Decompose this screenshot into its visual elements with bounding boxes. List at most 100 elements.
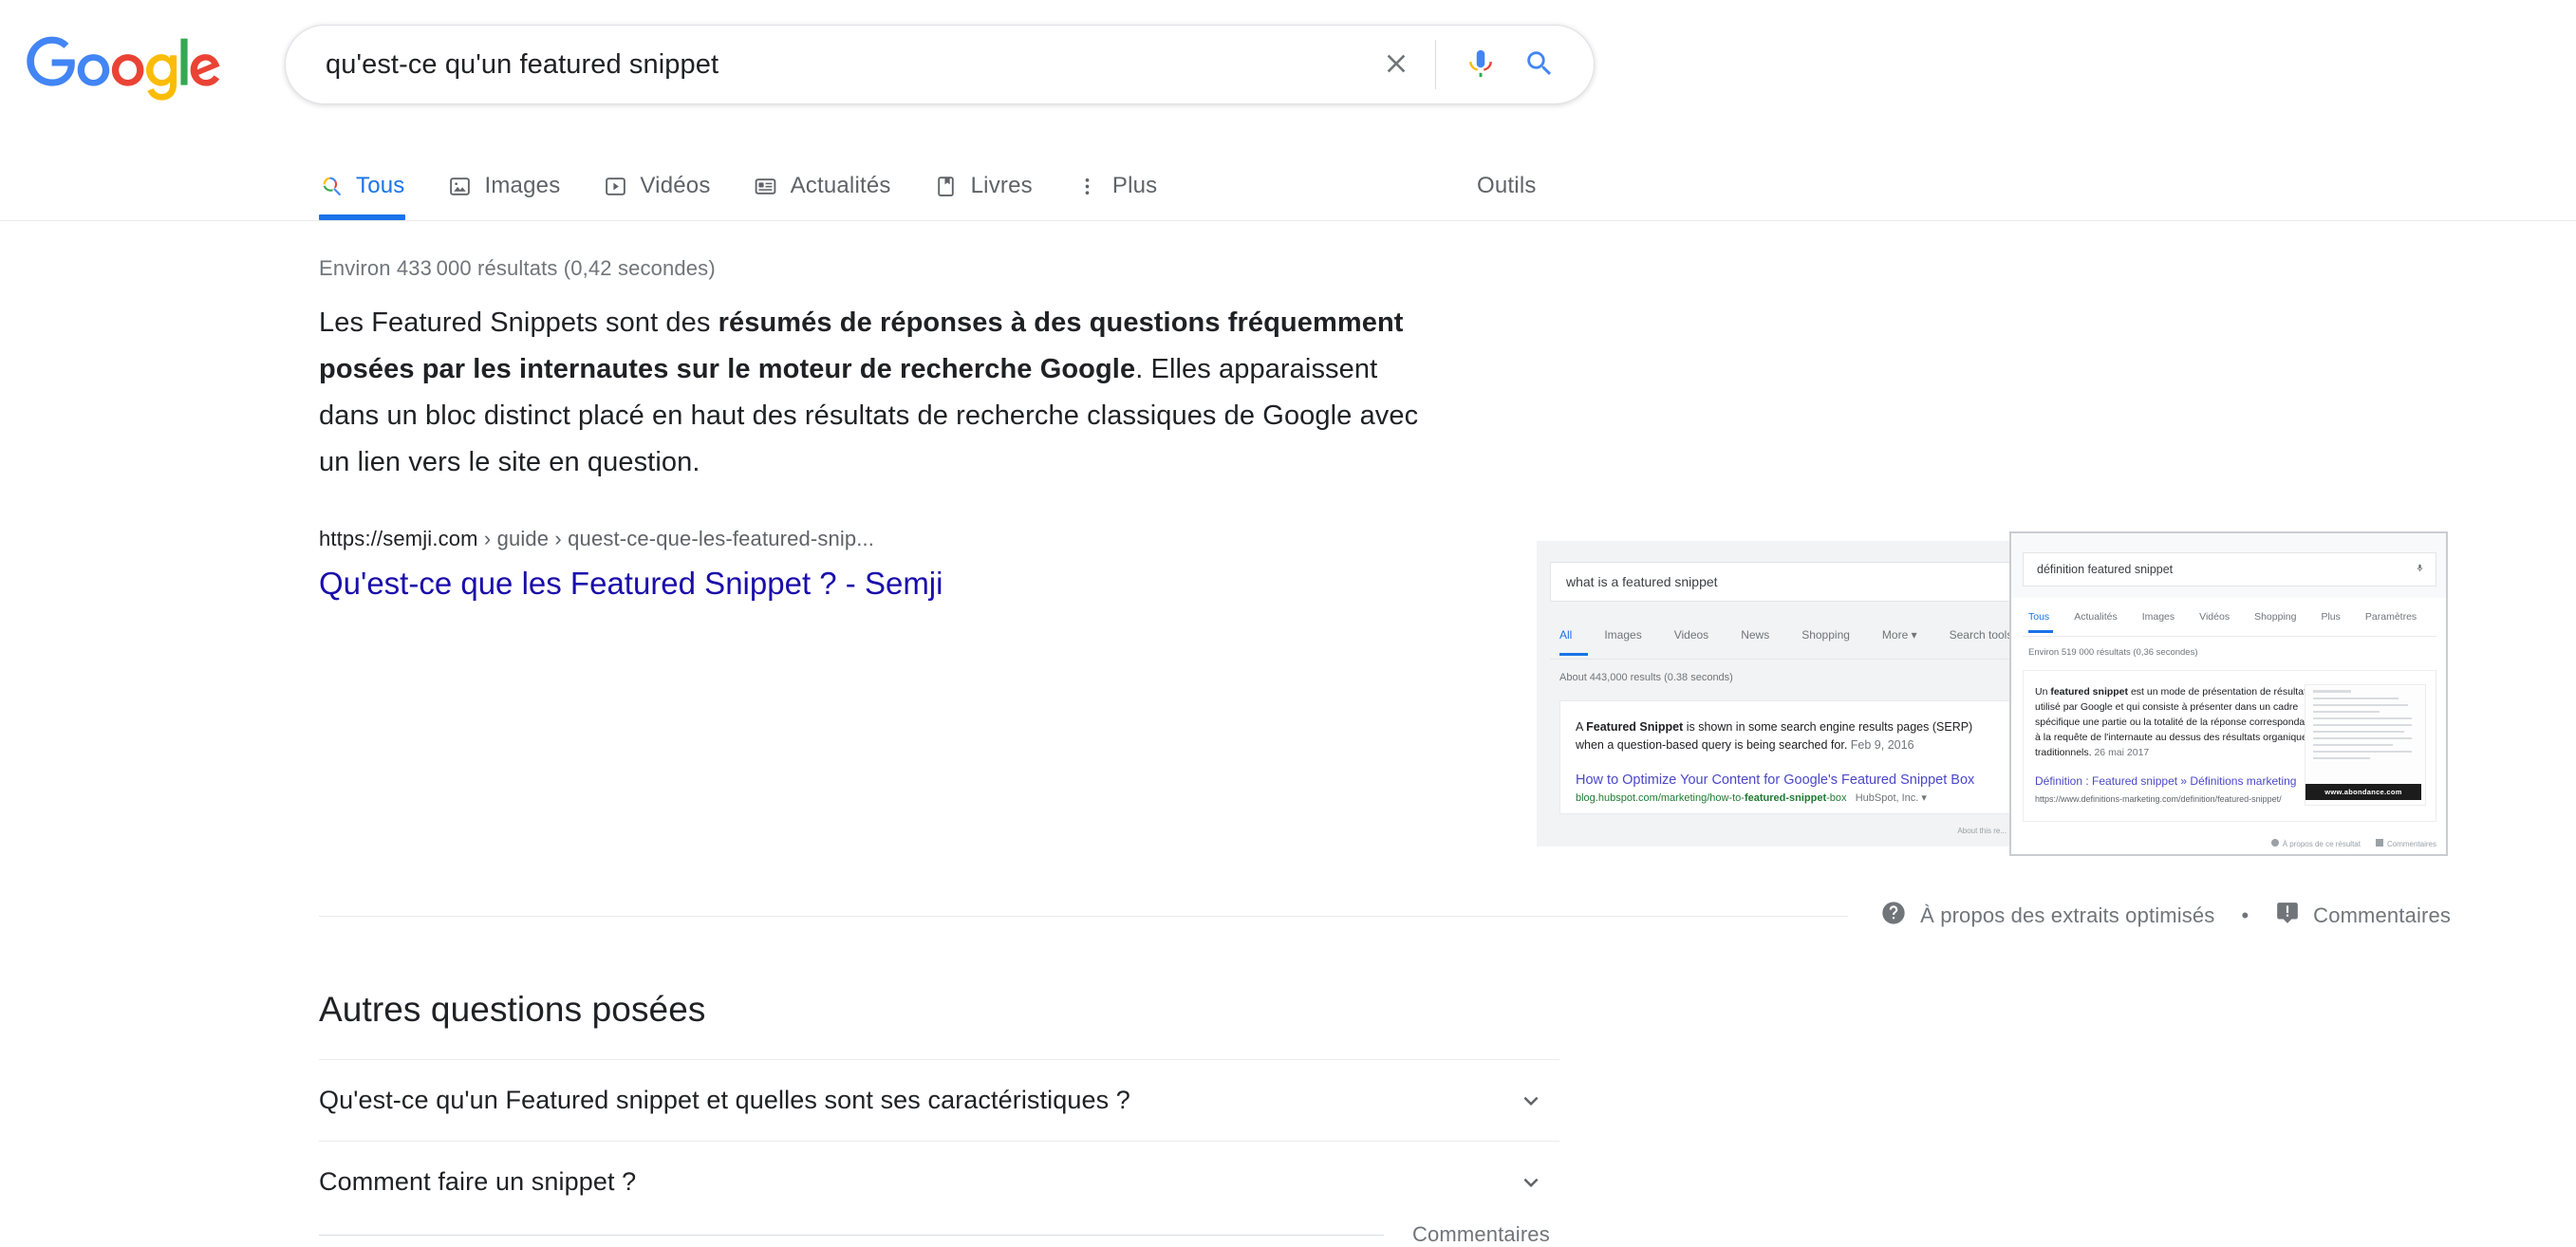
feedback-link[interactable]: Commentaires xyxy=(2275,901,2451,931)
tools-button[interactable]: Outils xyxy=(1477,152,1537,220)
search-divider xyxy=(1435,40,1436,89)
miniB-snippet-card: Un featured snippet est un mode de prése… xyxy=(2023,670,2436,822)
people-also-ask-heading: Autres questions posées xyxy=(319,990,706,1030)
miniB-tab-videos: Vidéos xyxy=(2199,611,2230,623)
mini-tab-indicator xyxy=(1559,653,1588,656)
miniB-snippet-lead: Un xyxy=(2035,686,2050,698)
about-featured-snippets-link[interactable]: À propos des extraits optimisés xyxy=(1880,900,2214,932)
miniB-feedback: Commentaires xyxy=(2376,839,2436,848)
search-icon xyxy=(1523,47,1556,83)
mini-tab-videos: Videos xyxy=(1674,628,1708,642)
featured-snippet-url[interactable]: https://semji.com › guide › quest-ce-que… xyxy=(319,527,874,551)
tab-videos[interactable]: Vidéos xyxy=(603,152,710,220)
mini-query-text: what is a featured snippet xyxy=(1566,574,1718,589)
tools-label: Outils xyxy=(1477,173,1537,199)
mini-url-a: blog.hubspot.com/marketing/how-to- xyxy=(1576,792,1745,804)
tab-images[interactable]: Images xyxy=(448,152,561,220)
tab-actualites[interactable]: Actualités xyxy=(754,152,891,220)
miniB-about: À propos de ce résultat xyxy=(2271,839,2361,848)
miniB-result-count: Environ 519 000 résultats (0,36 secondes… xyxy=(2028,647,2198,658)
clear-search-button[interactable] xyxy=(1367,35,1426,94)
featured-snippet-thumbnails: what is a featured snippet All Images Vi… xyxy=(1537,531,2448,856)
voice-search-button[interactable] xyxy=(1451,35,1510,94)
paa-footer-divider xyxy=(319,1235,1384,1236)
miniB-link-url: https://www.definitions-marketing.com/de… xyxy=(2035,794,2282,804)
miniB-tab-shopping: Shopping xyxy=(2254,611,2296,623)
paa-question-row[interactable]: Qu'est-ce qu'un Featured snippet et quel… xyxy=(319,1059,1559,1141)
help-circle-icon xyxy=(1880,900,1907,932)
book-icon xyxy=(934,174,959,198)
tab-label: Livres xyxy=(971,173,1033,199)
url-path: › guide › quest-ce-que-les-featured-snip… xyxy=(478,527,874,550)
featured-snippet-title-link[interactable]: Qu'est-ce que les Featured Snippet ? - S… xyxy=(319,566,943,602)
miniB-tab-indicator xyxy=(2028,630,2053,633)
tab-label: Plus xyxy=(1112,173,1158,199)
snippet-part-plain-1: Les Featured Snippets sont des xyxy=(319,307,719,338)
miniB-divider xyxy=(2023,636,2436,637)
mini-result-count: About 443,000 results (0.38 seconds) xyxy=(1559,672,1733,683)
miniB-tab-actualites: Actualités xyxy=(2074,611,2118,623)
tab-label: Actualités xyxy=(791,173,891,199)
mini-tab-search-tools: Search tools xyxy=(1950,628,2013,642)
mini-snippet-lead: A xyxy=(1576,720,1586,734)
paa-question-row[interactable]: Comment faire un snippet ? xyxy=(319,1141,1559,1222)
chevron-down-icon[interactable] xyxy=(1512,1163,1550,1201)
miniB-inner-badge: www.abondance.com xyxy=(2305,784,2421,800)
mini-serp-english: what is a featured snippet All Images Vi… xyxy=(1537,541,2016,847)
footer-separator: • xyxy=(2241,903,2249,928)
nav-divider xyxy=(0,220,2576,221)
tab-livres[interactable]: Livres xyxy=(934,152,1033,220)
url-domain: https://semji.com xyxy=(319,527,478,550)
mini-about-text: About this re... xyxy=(1957,827,2007,835)
close-icon xyxy=(1381,48,1411,82)
nav-tabs: Tous Images xyxy=(319,152,1200,220)
image-icon xyxy=(448,174,473,198)
miniB-snippet-bold: featured snippet xyxy=(2050,686,2128,698)
miniB-inner-preview: www.abondance.com xyxy=(2305,684,2426,806)
nav-tabs-bar: Tous Images xyxy=(0,152,2576,235)
miniB-query-text: définition featured snippet xyxy=(2037,563,2173,576)
mini-search-field: what is a featured snippet xyxy=(1550,562,2016,602)
paa-feedback-link[interactable]: Commentaires xyxy=(1412,1222,1550,1247)
mini-snippet-bold: Featured Snippet xyxy=(1586,720,1683,734)
miniB-link-title: Définition : Featured snippet » Définiti… xyxy=(2035,773,2296,789)
mini-link-title: How to Optimize Your Content for Google'… xyxy=(1576,772,1994,789)
mini-tab-news: News xyxy=(1741,628,1769,642)
mini-tabs: All Images Videos News Shopping More ▾ S… xyxy=(1559,628,2012,642)
tab-label: Images xyxy=(485,173,561,199)
mini-divider xyxy=(1550,659,2016,660)
paa-question-text: Qu'est-ce qu'un Featured snippet et quel… xyxy=(319,1086,1130,1115)
search-bar[interactable] xyxy=(285,25,1595,104)
mini-url-bold: featured-snippet xyxy=(1745,792,1826,804)
microphone-icon xyxy=(2416,562,2424,577)
thumbnail-serp-french[interactable]: définition featured snippet Tous Actuali… xyxy=(2009,531,2448,856)
tab-tous[interactable]: Tous xyxy=(319,152,405,220)
miniB-snippet-text: Un featured snippet est un mode de prése… xyxy=(2035,684,2320,760)
featured-snippet-text: Les Featured Snippets sont des résumés d… xyxy=(319,300,1420,486)
search-submit-button[interactable] xyxy=(1510,35,1569,94)
result-count: Environ 433 000 résultats (0,42 secondes… xyxy=(319,256,716,281)
mini-url-b: -box xyxy=(1826,792,1846,804)
feedback-label: Commentaires xyxy=(2313,903,2451,928)
mini-tab-more: More ▾ xyxy=(1882,628,1917,642)
chevron-down-icon[interactable] xyxy=(1512,1082,1550,1120)
featured-snippet-footer: À propos des extraits optimisés • Commen… xyxy=(319,897,2451,935)
search-input[interactable] xyxy=(286,26,1367,103)
about-label: À propos des extraits optimisés xyxy=(1920,903,2214,928)
google-logo[interactable] xyxy=(27,36,221,102)
tab-label: Vidéos xyxy=(640,173,710,199)
microphone-icon xyxy=(1465,47,1497,83)
miniB-feedback-label: Commentaires xyxy=(2387,840,2436,848)
mini-serp-french: définition featured snippet Tous Actuali… xyxy=(2011,533,2446,854)
feedback-flag-icon xyxy=(2275,901,2300,931)
mini-snippet-date: Feb 9, 2016 xyxy=(1851,738,1914,752)
page-header: Tous Images xyxy=(0,0,2576,235)
tab-plus[interactable]: Plus xyxy=(1075,152,1158,220)
miniB-snippet-date: 26 mai 2017 xyxy=(2094,747,2149,758)
thumbnail-serp-english[interactable]: what is a featured snippet All Images Vi… xyxy=(1537,541,2016,847)
miniB-tab-parametres: Paramètres xyxy=(2365,611,2417,623)
featured-snippet-block: Les Featured Snippets sont des résumés d… xyxy=(319,300,1420,486)
miniB-about-label: À propos de ce résultat xyxy=(2283,840,2361,848)
people-also-ask-footer: Commentaires xyxy=(319,1222,2451,1247)
miniB-tab-tous: Tous xyxy=(2028,611,2049,623)
